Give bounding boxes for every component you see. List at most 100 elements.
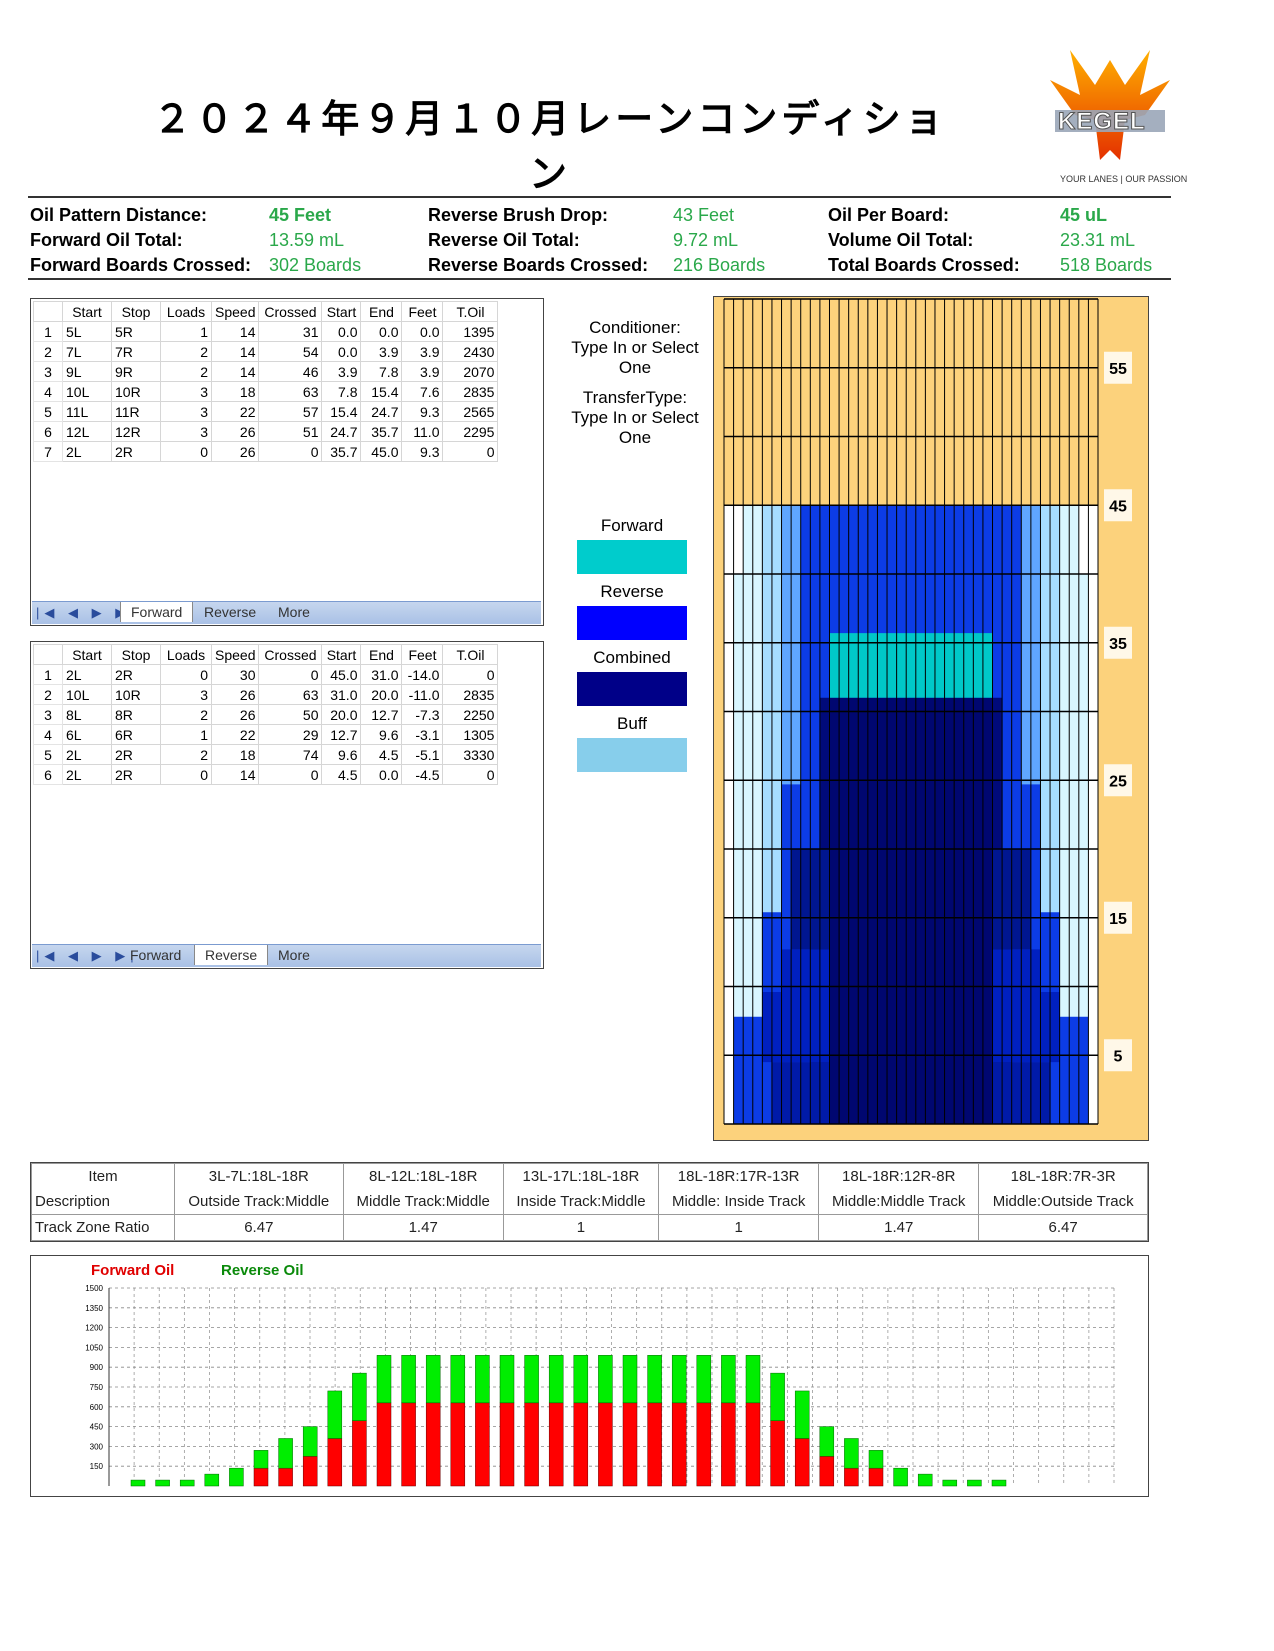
grid-cell[interactable]: 0 [442,764,499,785]
empty-cell[interactable] [443,880,498,899]
grid-cell[interactable]: 51 [258,421,323,442]
empty-cell[interactable] [34,842,63,861]
grid-row[interactable]: 4 6L 6R 1 22 29 12.7 9.6 -3.1 1305 [33,724,499,745]
grid-cell[interactable]: 4.5 [360,744,403,765]
empty-cell[interactable] [402,519,443,538]
grid-cell[interactable]: 63 [258,381,323,402]
empty-cell[interactable] [443,804,498,823]
grid-cell[interactable]: 0.0 [401,321,444,342]
grid-cell[interactable]: 0 [258,441,323,462]
row-number[interactable]: 1 [33,664,63,685]
empty-cell[interactable] [63,538,112,557]
grid-row[interactable]: 6 2L 2R 0 14 0 4.5 0.0 -4.5 0 [33,764,499,785]
empty-cell[interactable] [361,538,402,557]
empty-cell[interactable] [161,557,212,576]
empty-grid-row[interactable] [34,823,498,842]
empty-cell[interactable] [259,899,322,918]
empty-cell[interactable] [322,899,361,918]
col-header[interactable]: Stop [111,301,161,322]
grid-cell[interactable]: 3 [160,401,212,422]
grid-cell[interactable]: -4.5 [401,764,444,785]
empty-cell[interactable] [443,823,498,842]
empty-cell[interactable] [402,899,443,918]
grid-cell[interactable]: 20.0 [360,684,403,705]
empty-cell[interactable] [322,842,361,861]
conditioner-field[interactable]: Conditioner: Type In or Select One [555,318,715,378]
empty-cell[interactable] [212,500,259,519]
empty-cell[interactable] [361,785,402,805]
empty-grid-row[interactable] [34,880,498,899]
row-number[interactable]: 4 [33,381,63,402]
empty-cell[interactable] [34,823,63,842]
grid-cell[interactable]: 9R [111,361,161,382]
grid-row[interactable]: 2 7L 7R 2 14 54 0.0 3.9 3.9 2430 [33,341,499,362]
empty-cell[interactable] [161,538,212,557]
row-number[interactable]: 4 [33,724,63,745]
empty-cell[interactable] [402,500,443,519]
grid-cell[interactable]: 24.7 [321,421,362,442]
grid-cell[interactable]: 22 [210,724,260,745]
col-header[interactable]: End [360,301,403,322]
row-number[interactable]: 3 [33,361,63,382]
empty-cell[interactable] [361,557,402,576]
grid-cell[interactable]: 1 [160,724,212,745]
row-number[interactable]: 6 [33,421,63,442]
grid-cell[interactable]: 20.0 [321,704,362,725]
empty-cell[interactable] [402,880,443,899]
grid-cell[interactable]: 7.6 [401,381,444,402]
grid-cell[interactable]: 2070 [442,361,499,382]
empty-cell[interactable] [63,462,112,482]
empty-cell[interactable] [212,519,259,538]
empty-cell[interactable] [34,557,63,576]
empty-cell[interactable] [34,481,63,500]
empty-cell[interactable] [443,500,498,519]
grid-cell[interactable]: 10L [62,381,112,402]
empty-cell[interactable] [361,462,402,482]
empty-cell[interactable] [361,500,402,519]
empty-cell[interactable] [212,880,259,899]
grid-cell[interactable]: 2835 [442,684,499,705]
empty-cell[interactable] [63,880,112,899]
row-number[interactable]: 1 [33,321,63,342]
empty-cell[interactable] [34,880,63,899]
empty-cell[interactable] [112,804,161,823]
empty-cell[interactable] [402,842,443,861]
tab-more[interactable]: More [268,602,320,622]
empty-cell[interactable] [161,462,212,482]
empty-cell[interactable] [161,785,212,805]
grid-cell[interactable]: 50 [258,704,323,725]
empty-cell[interactable] [402,462,443,482]
empty-cell[interactable] [112,785,161,805]
empty-cell[interactable] [161,823,212,842]
grid-cell[interactable]: 11L [62,401,112,422]
empty-cell[interactable] [361,823,402,842]
empty-cell[interactable] [34,899,63,918]
row-number[interactable]: 5 [33,744,63,765]
grid-cell[interactable]: 0 [160,441,212,462]
grid-cell[interactable]: 8R [111,704,161,725]
grid-row[interactable]: 3 9L 9R 2 14 46 3.9 7.8 3.9 2070 [33,361,499,382]
empty-cell[interactable] [161,804,212,823]
reverse-grid[interactable]: Start Stop Loads Speed Crossed Start End… [30,641,544,969]
empty-cell[interactable] [259,785,322,805]
empty-cell[interactable] [322,823,361,842]
grid-cell[interactable]: 63 [258,684,323,705]
empty-cell[interactable] [361,842,402,861]
empty-cell[interactable] [259,842,322,861]
empty-cell[interactable] [361,861,402,880]
grid-cell[interactable]: 26 [210,704,260,725]
empty-cell[interactable] [34,785,63,805]
grid-cell[interactable]: -7.3 [401,704,444,725]
grid-cell[interactable]: 54 [258,341,323,362]
grid-cell[interactable]: 2835 [442,381,499,402]
grid-cell[interactable]: 26 [210,684,260,705]
grid-cell[interactable]: 2R [111,744,161,765]
grid-cell[interactable]: 2R [111,441,161,462]
tab-forward[interactable]: Forward [120,945,191,965]
empty-grid-row[interactable] [34,481,498,500]
grid-cell[interactable]: 3.9 [401,361,444,382]
empty-cell[interactable] [402,861,443,880]
empty-cell[interactable] [112,557,161,576]
grid-cell[interactable]: 3.9 [360,341,403,362]
empty-cell[interactable] [259,557,322,576]
